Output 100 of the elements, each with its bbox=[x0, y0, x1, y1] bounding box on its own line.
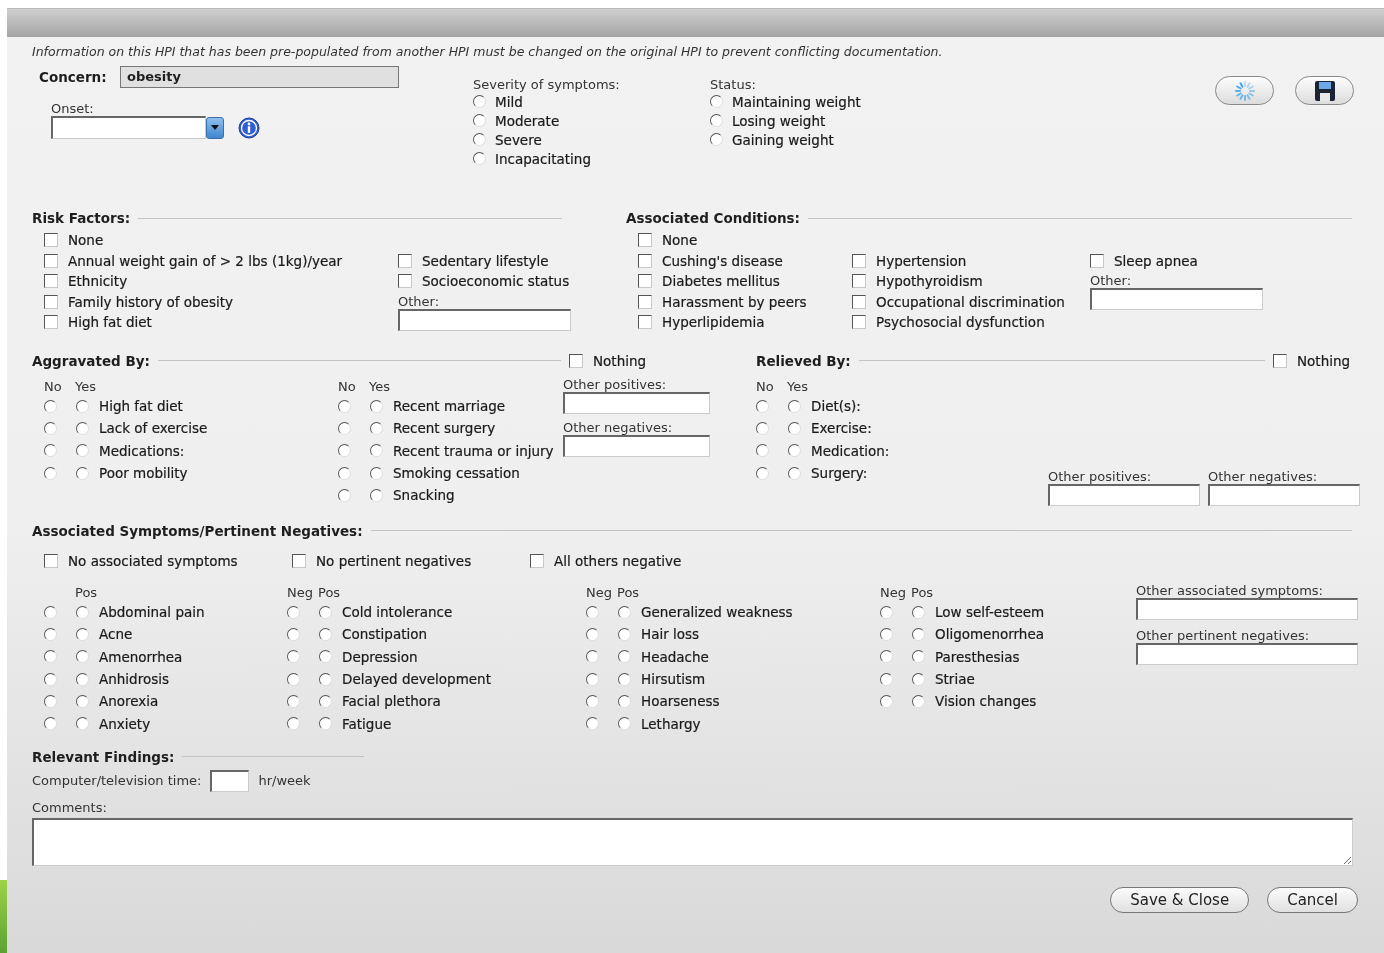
radio-button[interactable] bbox=[44, 717, 57, 731]
radio-button[interactable] bbox=[287, 627, 300, 641]
radio-button[interactable] bbox=[912, 605, 925, 619]
radio-button[interactable] bbox=[338, 399, 351, 413]
radio-button[interactable] bbox=[618, 717, 631, 731]
radio-button[interactable] bbox=[756, 421, 769, 435]
text-field[interactable] bbox=[563, 392, 710, 414]
checkbox[interactable] bbox=[398, 253, 412, 268]
checkbox[interactable] bbox=[44, 294, 58, 309]
radio-button[interactable] bbox=[788, 444, 801, 458]
radio-button[interactable] bbox=[287, 717, 300, 731]
checkbox[interactable] bbox=[638, 294, 652, 309]
checkbox[interactable] bbox=[398, 274, 412, 289]
date-field[interactable] bbox=[51, 116, 206, 139]
radio-button[interactable] bbox=[880, 650, 893, 664]
checkbox[interactable] bbox=[44, 253, 58, 268]
comments-field[interactable] bbox=[32, 817, 1353, 866]
radio-button[interactable] bbox=[44, 672, 57, 686]
radio-button[interactable] bbox=[473, 114, 486, 127]
checkbox[interactable] bbox=[569, 353, 583, 368]
radio-button[interactable] bbox=[44, 650, 57, 664]
radio-button[interactable] bbox=[76, 672, 89, 686]
radio-button[interactable] bbox=[370, 399, 383, 413]
radio-button[interactable] bbox=[586, 605, 599, 619]
dropdown-button[interactable] bbox=[206, 116, 224, 139]
checkbox[interactable] bbox=[530, 553, 544, 568]
radio-button[interactable] bbox=[76, 444, 89, 458]
radio-button[interactable] bbox=[788, 399, 801, 413]
radio-button[interactable] bbox=[788, 421, 801, 435]
radio-button[interactable] bbox=[586, 694, 599, 708]
radio-button[interactable] bbox=[880, 605, 893, 619]
checkbox[interactable] bbox=[638, 274, 652, 289]
text-field[interactable] bbox=[1136, 598, 1358, 620]
info-icon[interactable] bbox=[238, 116, 260, 139]
checkbox[interactable] bbox=[852, 274, 866, 289]
radio-button[interactable] bbox=[76, 399, 89, 413]
checkbox[interactable] bbox=[1273, 353, 1287, 368]
radio-button[interactable] bbox=[586, 672, 599, 686]
radio-button[interactable] bbox=[76, 605, 89, 619]
radio-button[interactable] bbox=[319, 627, 332, 641]
radio-button[interactable] bbox=[912, 672, 925, 686]
radio-button[interactable] bbox=[338, 421, 351, 435]
radio-button[interactable] bbox=[710, 95, 723, 108]
radio-button[interactable] bbox=[76, 650, 89, 664]
radio-button[interactable] bbox=[710, 133, 723, 146]
radio-button[interactable] bbox=[287, 694, 300, 708]
text-field[interactable] bbox=[1208, 484, 1360, 507]
radio-button[interactable] bbox=[319, 650, 332, 664]
dialog-button[interactable]: Save & Close bbox=[1110, 886, 1250, 913]
radio-button[interactable] bbox=[319, 672, 332, 686]
radio-button[interactable] bbox=[618, 694, 631, 708]
radio-button[interactable] bbox=[370, 421, 383, 435]
radio-button[interactable] bbox=[370, 444, 383, 458]
checkbox[interactable] bbox=[44, 553, 58, 568]
radio-button[interactable] bbox=[473, 133, 486, 146]
radio-button[interactable] bbox=[618, 672, 631, 686]
radio-button[interactable] bbox=[880, 627, 893, 641]
other-field[interactable] bbox=[398, 308, 571, 331]
other-field[interactable] bbox=[1090, 288, 1263, 310]
save-button[interactable] bbox=[1295, 76, 1354, 105]
radio-button[interactable] bbox=[44, 627, 57, 641]
radio-button[interactable] bbox=[319, 605, 332, 619]
radio-button[interactable] bbox=[370, 466, 383, 480]
radio-button[interactable] bbox=[756, 466, 769, 480]
radio-button[interactable] bbox=[912, 627, 925, 641]
checkbox[interactable] bbox=[852, 294, 866, 309]
checkbox[interactable] bbox=[638, 233, 652, 248]
radio-button[interactable] bbox=[370, 488, 383, 502]
radio-button[interactable] bbox=[756, 399, 769, 413]
radio-button[interactable] bbox=[76, 694, 89, 708]
radio-button[interactable] bbox=[788, 466, 801, 480]
radio-button[interactable] bbox=[338, 466, 351, 480]
radio-button[interactable] bbox=[44, 421, 57, 435]
radio-button[interactable] bbox=[44, 466, 57, 480]
checkbox[interactable] bbox=[1090, 253, 1104, 268]
radio-button[interactable] bbox=[756, 444, 769, 458]
radio-button[interactable] bbox=[880, 694, 893, 708]
radio-button[interactable] bbox=[44, 399, 57, 413]
radio-button[interactable] bbox=[287, 650, 300, 664]
checkbox[interactable] bbox=[44, 315, 58, 330]
radio-button[interactable] bbox=[319, 694, 332, 708]
checkbox[interactable] bbox=[44, 274, 58, 289]
radio-button[interactable] bbox=[287, 672, 300, 686]
radio-button[interactable] bbox=[586, 717, 599, 731]
radio-button[interactable] bbox=[338, 488, 351, 502]
radio-button[interactable] bbox=[473, 95, 486, 108]
time-field[interactable] bbox=[210, 769, 250, 792]
radio-button[interactable] bbox=[710, 114, 723, 127]
radio-button[interactable] bbox=[44, 605, 57, 619]
checkbox[interactable] bbox=[44, 233, 58, 248]
radio-button[interactable] bbox=[880, 672, 893, 686]
radio-button[interactable] bbox=[44, 444, 57, 458]
checkbox[interactable] bbox=[638, 315, 652, 330]
radio-button[interactable] bbox=[44, 694, 57, 708]
checkbox[interactable] bbox=[638, 253, 652, 268]
radio-button[interactable] bbox=[912, 650, 925, 664]
radio-button[interactable] bbox=[338, 444, 351, 458]
radio-button[interactable] bbox=[586, 627, 599, 641]
radio-button[interactable] bbox=[473, 152, 486, 165]
radio-button[interactable] bbox=[76, 421, 89, 435]
